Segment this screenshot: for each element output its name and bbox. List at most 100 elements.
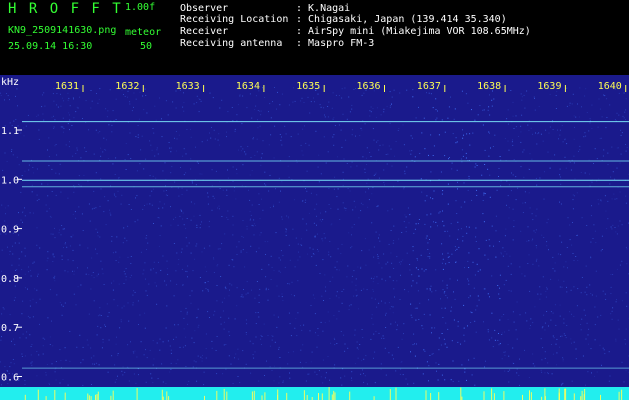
noise-speck	[159, 201, 161, 203]
noise-speck	[301, 238, 302, 240]
noise-speck	[529, 153, 531, 155]
noise-speck	[227, 111, 229, 113]
noise-speck	[344, 375, 346, 377]
noise-speck	[465, 157, 467, 159]
noise-speck	[95, 248, 96, 250]
noise-speck	[328, 251, 330, 253]
baseline-spike	[96, 394, 98, 400]
noise-speck	[347, 347, 349, 349]
noise-speck	[193, 215, 195, 217]
noise-speck	[387, 153, 389, 155]
noise-speck	[332, 136, 334, 138]
noise-speck	[346, 163, 348, 164]
noise-speck	[385, 312, 387, 314]
noise-speck	[559, 174, 561, 176]
noise-speck	[107, 371, 109, 373]
noise-speck	[176, 138, 178, 140]
noise-speck	[601, 249, 603, 250]
noise-speck	[261, 153, 263, 155]
noise-speck	[561, 286, 563, 288]
noise-speck	[153, 268, 154, 270]
noise-speck	[28, 169, 30, 171]
baseline-spike	[503, 391, 505, 400]
noise-speck	[157, 378, 159, 380]
noise-speck	[88, 313, 90, 315]
noise-speck	[338, 310, 340, 312]
noise-speck	[420, 254, 422, 256]
noise-speck	[51, 320, 52, 322]
noise-speck	[463, 304, 465, 306]
noise-speck	[439, 211, 441, 213]
noise-speck	[360, 373, 362, 375]
noise-speck	[540, 338, 542, 340]
noise-speck	[616, 198, 618, 200]
noise-speck	[166, 268, 168, 270]
noise-speck	[268, 264, 270, 266]
noise-speck	[187, 323, 189, 325]
noise-speck	[431, 332, 432, 334]
noise-speck	[412, 89, 414, 91]
noise-speck	[90, 357, 92, 359]
noise-speck	[54, 275, 56, 277]
noise-speck	[393, 288, 395, 290]
noise-speck	[572, 253, 574, 254]
noise-speck	[337, 188, 339, 190]
noise-speck	[447, 230, 449, 232]
noise-speck	[46, 260, 48, 262]
noise-speck	[7, 246, 8, 248]
noise-speck	[264, 375, 265, 376]
noise-speck	[69, 105, 71, 107]
noise-speck	[153, 188, 155, 190]
noise-speck	[258, 247, 260, 249]
noise-speck	[452, 381, 454, 382]
noise-speck	[315, 130, 317, 132]
noise-speck	[245, 153, 247, 155]
noise-speck	[107, 158, 109, 159]
noise-speck	[249, 211, 251, 213]
noise-speck	[527, 263, 529, 264]
baseline-spike	[45, 396, 47, 400]
noise-speck	[112, 252, 114, 254]
noise-speck	[106, 116, 108, 118]
noise-speck	[556, 338, 558, 340]
noise-speck	[571, 313, 572, 315]
noise-speck	[51, 116, 53, 118]
noise-speck	[312, 248, 314, 250]
noise-speck	[499, 298, 501, 300]
noise-speck	[219, 248, 221, 250]
noise-speck	[371, 222, 373, 224]
noise-speck	[503, 314, 505, 315]
noise-speck	[9, 99, 10, 101]
noise-speck	[320, 106, 322, 108]
noise-speck	[341, 243, 343, 245]
noise-speck	[454, 298, 456, 300]
noise-speck	[532, 322, 534, 324]
noise-speck	[53, 128, 55, 129]
noise-speck	[200, 356, 202, 358]
noise-speck	[123, 283, 125, 284]
noise-speck	[253, 223, 255, 225]
noise-speck	[85, 273, 87, 275]
noise-speck	[67, 123, 69, 125]
noise-speck	[513, 220, 515, 222]
noise-speck	[156, 303, 158, 305]
noise-speck	[552, 256, 554, 258]
noise-speck	[133, 373, 135, 375]
noise-speck	[302, 218, 304, 220]
noise-speck	[602, 347, 604, 349]
noise-speck	[410, 153, 412, 155]
noise-speck	[317, 334, 319, 336]
noise-speck	[359, 135, 361, 137]
noise-speck	[43, 92, 45, 94]
noise-speck	[268, 111, 269, 113]
noise-speck	[174, 137, 175, 139]
noise-speck	[258, 204, 260, 205]
noise-speck	[21, 175, 23, 176]
noise-speck	[424, 223, 426, 225]
noise-speck	[328, 320, 330, 322]
noise-speck	[544, 372, 546, 374]
noise-speck	[510, 190, 512, 192]
noise-speck	[591, 104, 593, 106]
noise-speck	[125, 279, 127, 281]
noise-speck	[68, 97, 70, 99]
